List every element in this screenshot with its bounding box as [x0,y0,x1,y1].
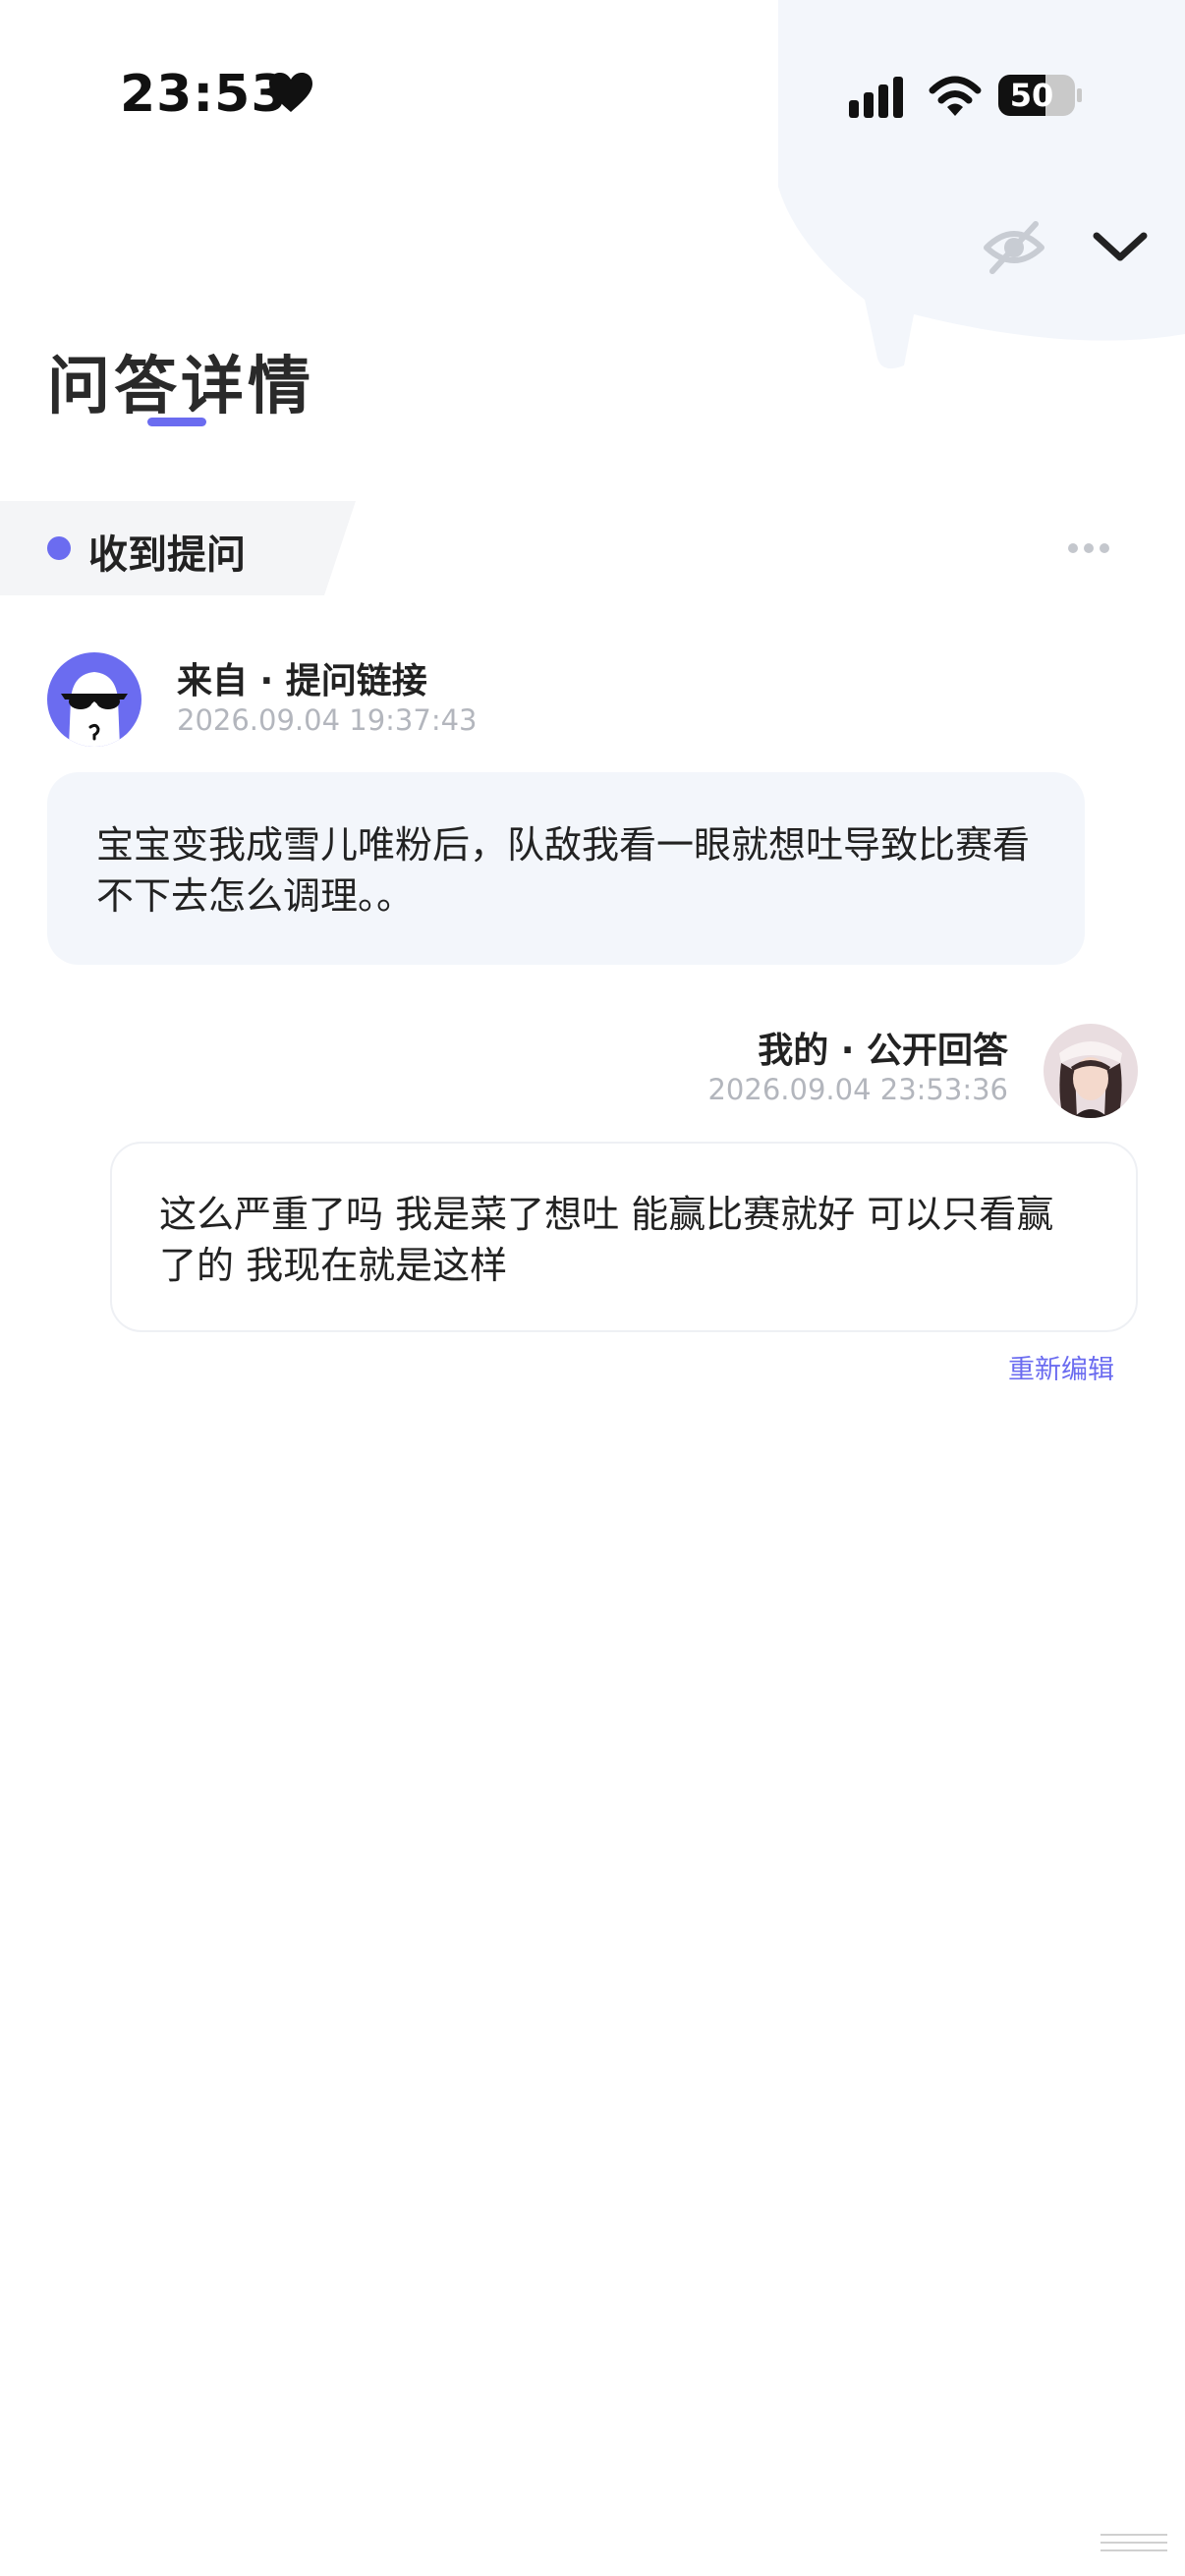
corner-indicator [1100,2534,1167,2551]
section-dot [47,536,71,560]
answer-text: 这么严重了吗 我是菜了想吐 能赢比赛就好 可以只看赢了的 我现在就是这样 [159,1193,1054,1287]
answer-timestamp: 2026.09.04 23:53:36 [707,1073,1008,1106]
question-bubble: 宝宝变我成雪儿唯粉后，队敌我看一眼就想吐导致比赛看不下去怎么调理。。 [47,772,1085,965]
battery-level: 50 [1009,77,1054,114]
chevron-down-icon[interactable] [1091,226,1150,265]
section-label: 收到提问 [88,532,246,578]
answer-bubble: 这么严重了吗 我是菜了想吐 能赢比赛就好 可以只看赢了的 我现在就是这样 [110,1142,1138,1332]
signal-icon [849,77,903,118]
heart-icon [269,73,312,112]
question-timestamp: 2026.09.04 19:37:43 [177,703,478,737]
header-decoration [778,0,1185,369]
answer-source: 我的 · 公开回答 [758,1031,1008,1071]
question-text: 宝宝变我成雪儿唯粉后，队敌我看一眼就想吐导致比赛看不下去怎么调理。。 [96,823,1031,918]
asker-avatar [47,652,141,747]
title-underline [147,418,206,426]
question-source: 来自 · 提问链接 [177,661,427,701]
eye-off-icon[interactable] [983,218,1045,275]
user-avatar[interactable] [1044,1024,1138,1118]
re-edit-button[interactable]: 重新编辑 [943,1348,1114,1386]
status-time: 23:53 [120,65,288,124]
wifi-icon [929,76,982,116]
page-title: 问答详情 [47,351,314,423]
more-horizontal-icon[interactable] [1067,538,1110,558]
